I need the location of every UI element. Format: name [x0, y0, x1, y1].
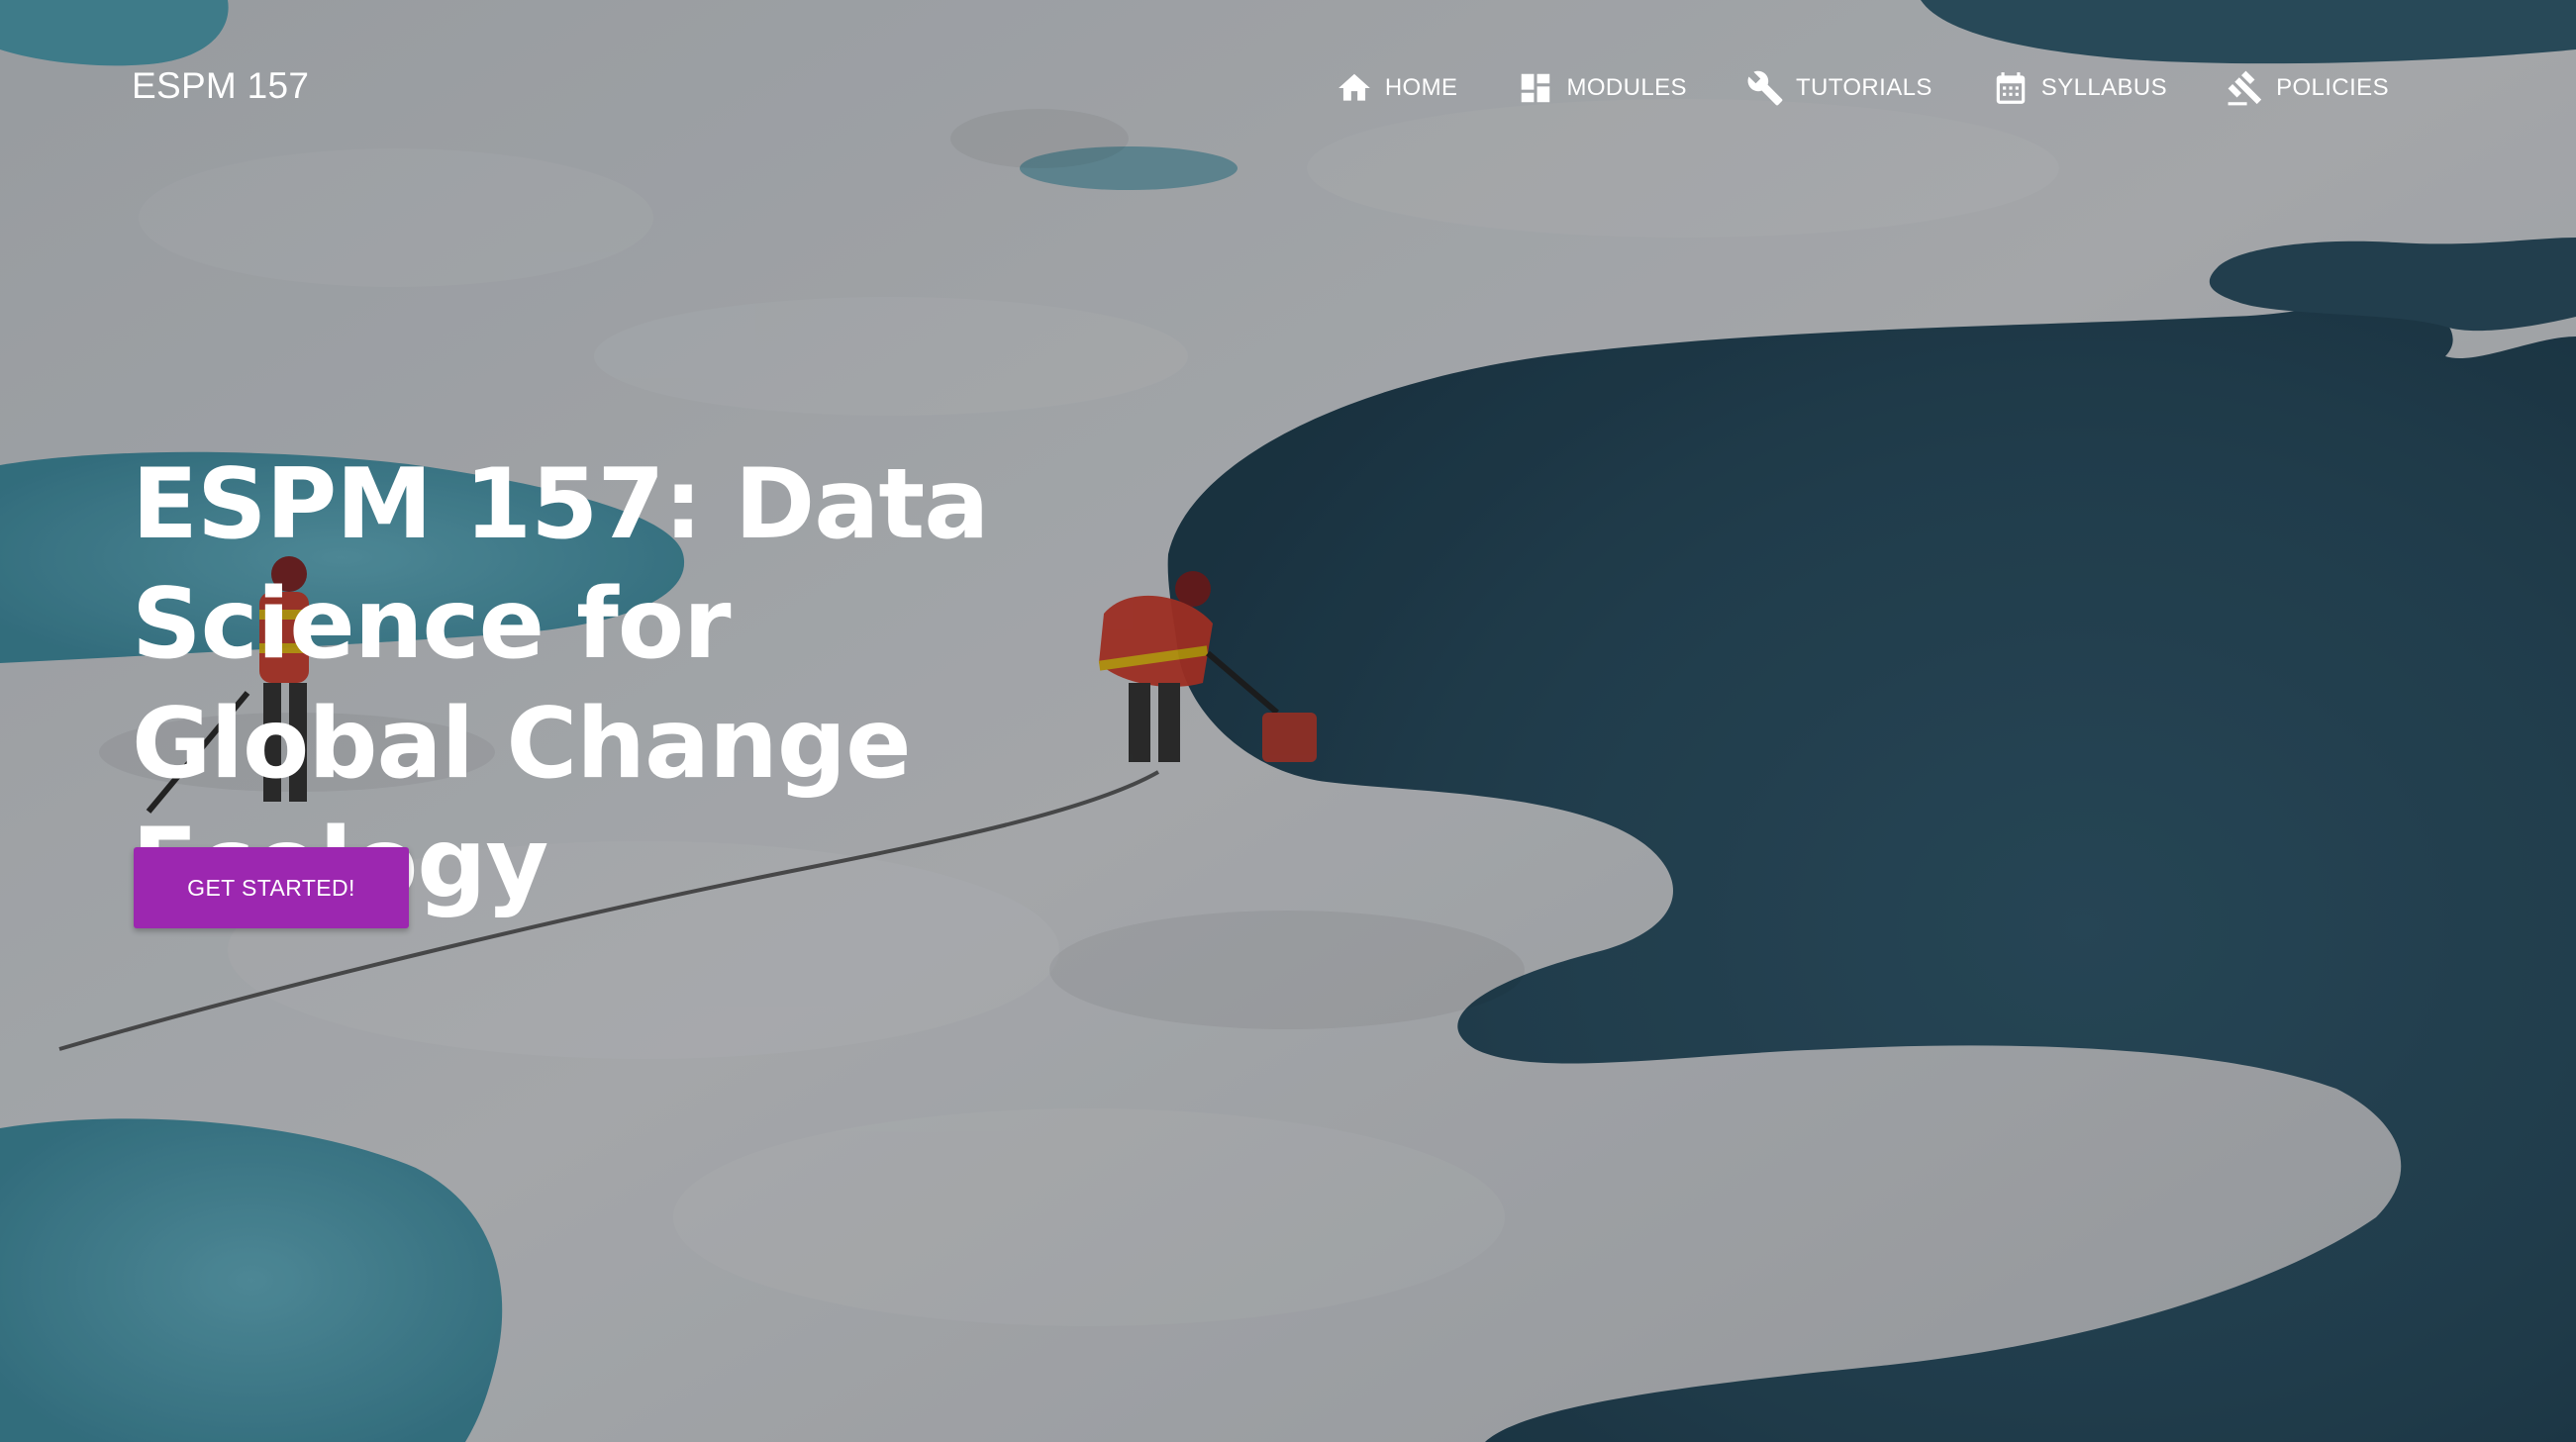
calendar-icon [1996, 72, 2026, 104]
hero-section: ESPM 157 HOME MODULES TUTORIALS SYLLABUS… [0, 0, 2576, 1442]
nav-item-label: SYLLABUS [2040, 74, 2168, 101]
nav-item-label: HOME [1384, 74, 1458, 101]
nav-item-modules[interactable]: MODULES [1517, 69, 1687, 107]
get-started-button[interactable]: GET STARTED! [134, 847, 409, 928]
gavel-icon [2228, 70, 2262, 106]
home-icon [1338, 73, 1370, 101]
brand-title-link[interactable]: ESPM 157 [132, 65, 309, 107]
wrench-icon [1747, 70, 1783, 106]
nav-item-label: POLICIES [2276, 74, 2389, 101]
nav-menu: HOME MODULES TUTORIALS SYLLABUS POLICIES [1276, 69, 2389, 107]
nav-item-label: TUTORIALS [1795, 74, 1932, 101]
nav-item-syllabus[interactable]: SYLLABUS [1992, 69, 2167, 107]
dashboard-icon [1522, 73, 1550, 103]
top-navbar: ESPM 157 HOME MODULES TUTORIALS SYLLABUS… [0, 0, 2576, 184]
nav-item-home[interactable]: HOME [1336, 69, 1458, 107]
nav-item-policies[interactable]: POLICIES [2227, 69, 2389, 107]
nav-item-label: MODULES [1566, 74, 1687, 101]
nav-item-tutorials[interactable]: TUTORIALS [1746, 69, 1932, 107]
